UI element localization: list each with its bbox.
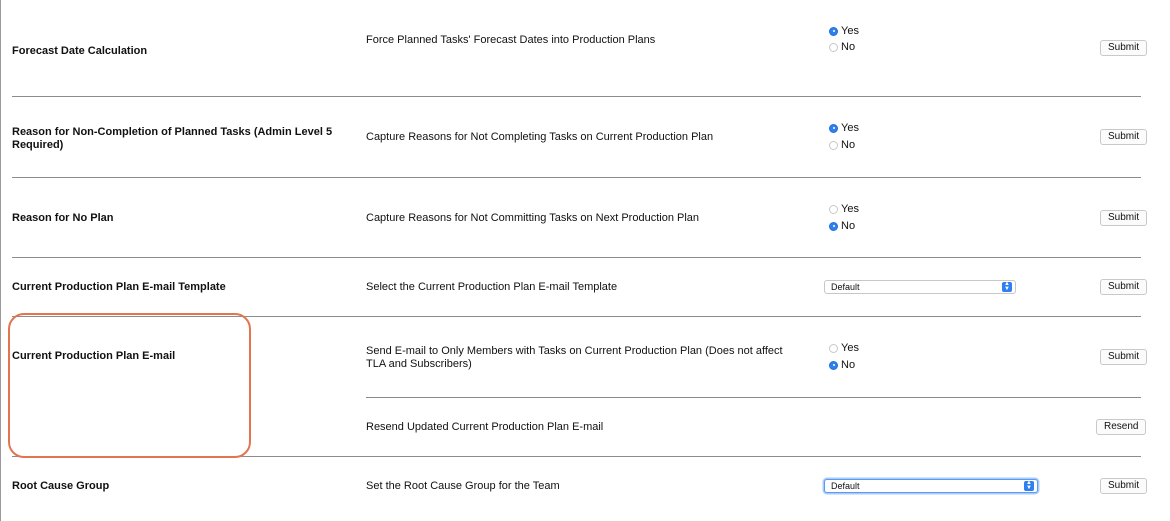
page-left-border: [0, 0, 1, 521]
select-arrows-icon: ▲ ▼: [1024, 480, 1034, 491]
plan-email-no-label: No: [841, 359, 856, 371]
forecast-yes-label: Yes: [841, 25, 859, 37]
no-plan-description: Capture Reasons for Not Committing Tasks…: [366, 212, 700, 224]
email-template-select-value: Default: [831, 282, 860, 292]
non-completion-submit-button[interactable]: Submit: [1100, 129, 1148, 145]
divider: [12, 257, 1141, 258]
root-cause-select-value: Default: [831, 481, 860, 491]
non-completion-yes-label: Yes: [841, 122, 859, 134]
no-plan-label: Reason for No Plan: [12, 212, 114, 224]
root-cause-description: Set the Root Cause Group for the Team: [366, 480, 560, 492]
email-template-select[interactable]: Default ▲ ▼: [824, 280, 1016, 294]
radio-checked-icon[interactable]: [829, 26, 838, 36]
settings-page: Forecast Date Calculation Force Planned …: [0, 0, 1170, 521]
plan-email-no-option[interactable]: No: [829, 359, 855, 371]
forecast-description: Force Planned Tasks' Forecast Dates into…: [366, 34, 656, 46]
email-template-label: Current Production Plan E-mail Template: [12, 281, 226, 293]
forecast-no-option[interactable]: No: [829, 41, 855, 53]
no-plan-yes-label: Yes: [841, 203, 859, 215]
divider: [12, 96, 1141, 97]
plan-email-yes-label: Yes: [841, 342, 859, 354]
select-arrows-icon: ▲ ▼: [1002, 281, 1012, 292]
no-plan-yes-option[interactable]: Yes: [829, 203, 859, 215]
forecast-no-label: No: [841, 41, 856, 53]
highlight-annotation: [8, 313, 251, 458]
divider: [366, 397, 1141, 398]
divider: [12, 177, 1141, 178]
no-plan-no-option[interactable]: No: [829, 220, 855, 232]
resend-button[interactable]: Resend: [1096, 419, 1147, 435]
forecast-submit-button[interactable]: Submit: [1100, 40, 1148, 56]
non-completion-no-option[interactable]: No: [829, 139, 855, 151]
plan-email-description: Send E-mail to Only Members with Tasks o…: [366, 345, 783, 370]
root-cause-select[interactable]: Default ▲ ▼: [824, 479, 1038, 493]
no-plan-submit-button[interactable]: Submit: [1100, 210, 1148, 226]
radio-unchecked-icon[interactable]: [829, 343, 838, 353]
forecast-label: Forecast Date Calculation: [12, 45, 148, 57]
non-completion-yes-option[interactable]: Yes: [829, 122, 859, 134]
non-completion-description: Capture Reasons for Not Completing Tasks…: [366, 131, 714, 143]
radio-unchecked-icon[interactable]: [829, 140, 838, 150]
radio-checked-icon[interactable]: [829, 123, 838, 133]
non-completion-label: Reason for Non-Completion of Planned Tas…: [12, 126, 333, 151]
root-cause-label: Root Cause Group: [12, 480, 110, 492]
plan-email-yes-option[interactable]: Yes: [829, 342, 859, 354]
resend-description: Resend Updated Current Production Plan E…: [366, 421, 604, 433]
email-template-submit-button[interactable]: Submit: [1100, 279, 1148, 295]
radio-checked-icon[interactable]: [829, 221, 838, 231]
plan-email-submit-button[interactable]: Submit: [1100, 349, 1148, 365]
radio-checked-icon[interactable]: [829, 360, 838, 370]
no-plan-no-label: No: [841, 220, 856, 232]
radio-unchecked-icon[interactable]: [829, 204, 838, 214]
email-template-description: Select the Current Production Plan E-mai…: [366, 281, 618, 293]
non-completion-no-label: No: [841, 139, 856, 151]
radio-unchecked-icon[interactable]: [829, 42, 838, 52]
forecast-yes-option[interactable]: Yes: [829, 25, 859, 37]
root-cause-submit-button[interactable]: Submit: [1100, 478, 1148, 494]
